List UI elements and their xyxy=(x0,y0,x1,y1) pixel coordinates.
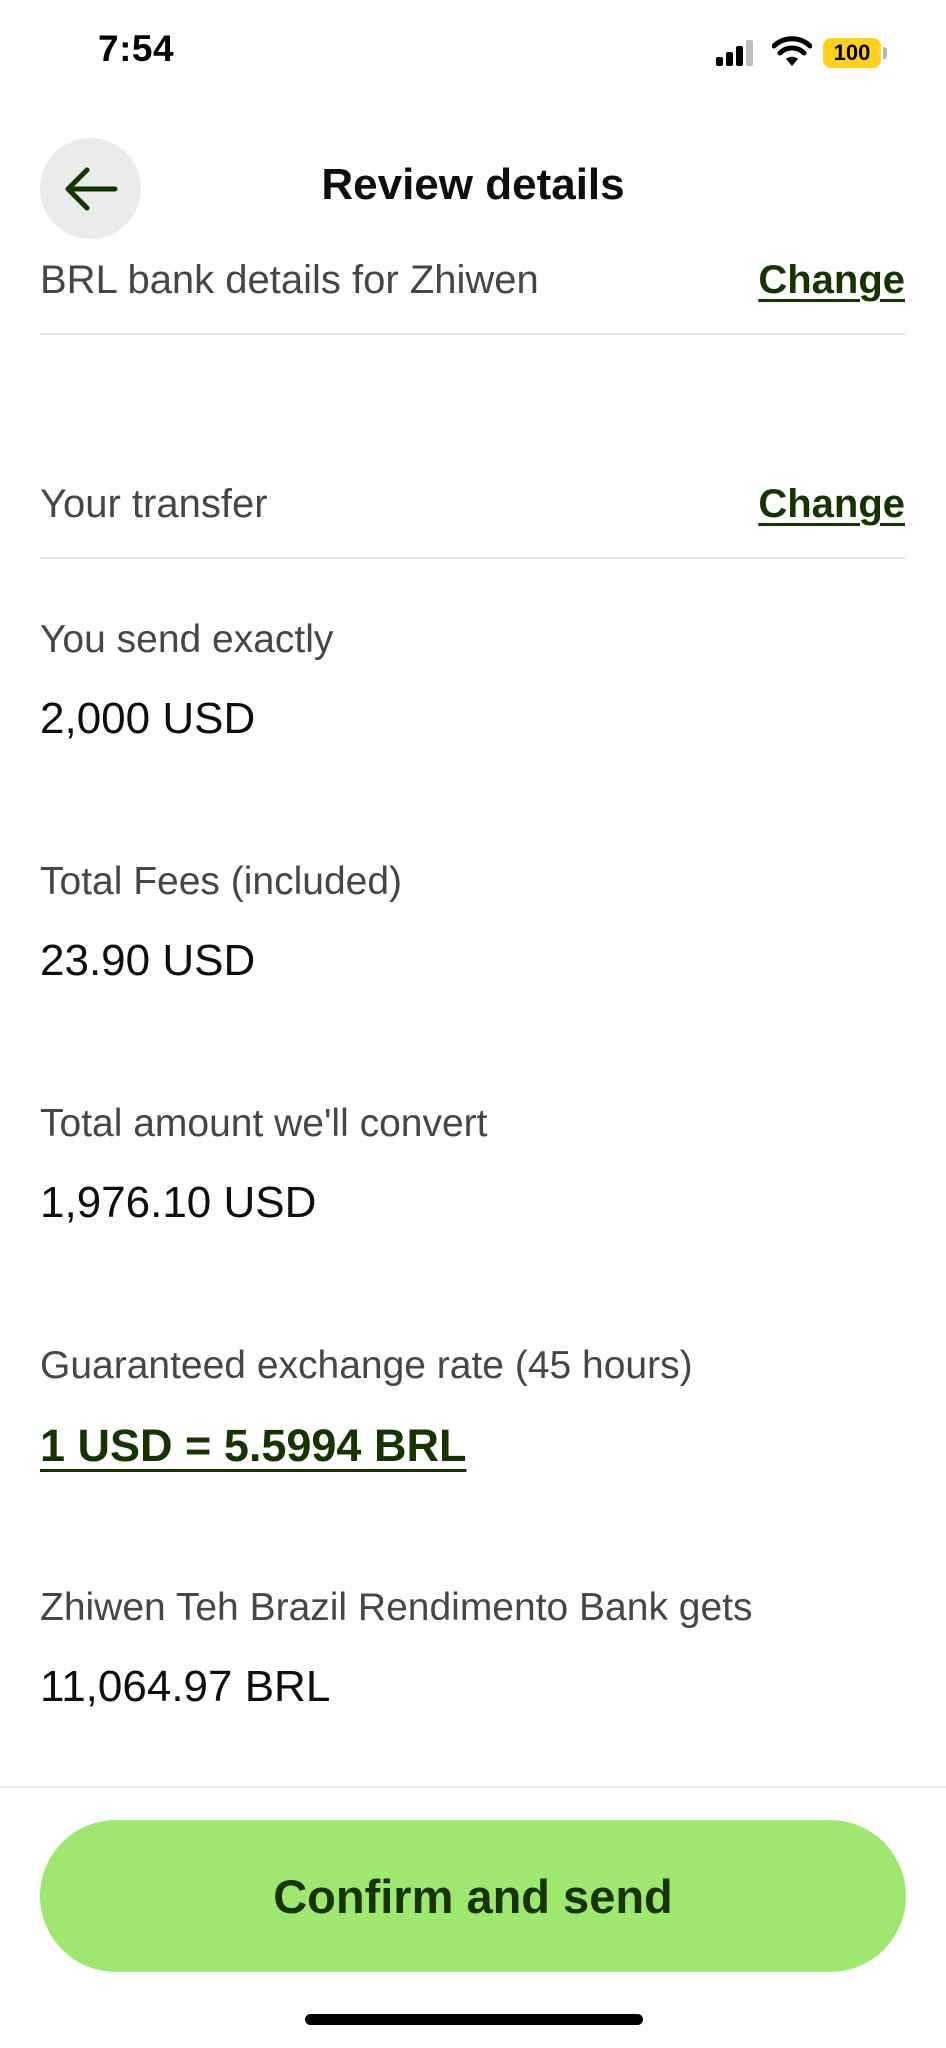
send-amount-value: 2,000 USD xyxy=(40,694,256,743)
divider xyxy=(40,557,905,559)
exchange-rate-label: Guaranteed exchange rate (45 hours) xyxy=(40,1344,693,1387)
transfer-section-label: Your transfer xyxy=(40,482,268,526)
confirm-and-send-button[interactable]: Confirm and send xyxy=(40,1820,906,1972)
recipient-section-header: BRL bank details for Zhiwen Change xyxy=(40,258,905,314)
transfer-section-header: Your transfer Change xyxy=(40,482,905,538)
review-details-screen: 7:54 100 Review details BRL bank details… xyxy=(0,0,946,2048)
recipient-section-label: BRL bank details for Zhiwen xyxy=(40,258,539,302)
signal-icon xyxy=(716,40,754,66)
convert-amount-value: 1,976.10 USD xyxy=(40,1178,317,1227)
change-transfer-link[interactable]: Change xyxy=(758,482,905,527)
divider xyxy=(40,333,905,335)
exchange-rate-link[interactable]: 1 USD = 5.5994 BRL xyxy=(40,1420,466,1472)
home-indicator xyxy=(305,2014,643,2025)
battery-tip xyxy=(883,47,887,59)
status-time: 7:54 xyxy=(98,28,175,69)
footer-divider xyxy=(0,1786,946,1788)
page-title: Review details xyxy=(321,160,625,209)
recipient-gets-label: Zhiwen Teh Brazil Rendimento Bank gets xyxy=(40,1586,753,1629)
fees-label: Total Fees (included) xyxy=(40,860,403,903)
send-amount-label: You send exactly xyxy=(40,618,334,661)
fees-value: 23.90 USD xyxy=(40,936,256,985)
convert-amount-label: Total amount we'll convert xyxy=(40,1102,488,1145)
wifi-icon xyxy=(772,36,812,66)
recipient-gets-value: 11,064.97 BRL xyxy=(40,1662,331,1711)
change-recipient-link[interactable]: Change xyxy=(758,258,905,303)
battery-icon: 100 xyxy=(823,38,881,68)
